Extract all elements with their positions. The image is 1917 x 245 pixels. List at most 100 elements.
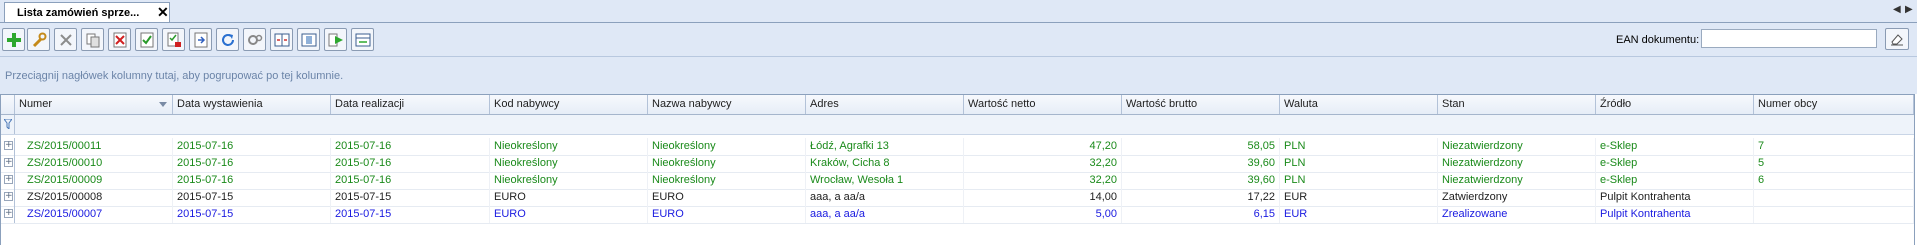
cell-netto[interactable]: 5,00 <box>964 206 1122 223</box>
expand-row-icon[interactable]: + <box>4 209 13 218</box>
cell-stan[interactable]: Zatwierdzony <box>1438 189 1596 206</box>
tab-scroll-right-icon[interactable]: ▶ <box>1905 4 1913 15</box>
cell-numer[interactable]: + ZS/2015/00008 <box>4 189 173 206</box>
cell-data-real[interactable]: 2015-07-16 <box>331 172 490 189</box>
tab-order-list[interactable]: Lista zamówień sprze... ✕ <box>4 2 170 22</box>
tools-button[interactable] <box>243 28 266 51</box>
column-header-zrodlo[interactable]: Źródło <box>1596 95 1754 114</box>
cell-netto[interactable]: 32,20 <box>964 155 1122 172</box>
refresh-button[interactable] <box>216 28 239 51</box>
cell-zrodlo[interactable]: Pulpit Kontrahenta <box>1596 206 1754 223</box>
cell-brutto[interactable]: 58,05 <box>1122 138 1280 155</box>
layout-button[interactable] <box>351 28 374 51</box>
cell-numer-obcy[interactable]: 5 <box>1754 155 1914 172</box>
cell-nazwa[interactable]: Nieokreślony <box>648 172 806 189</box>
cell-stan[interactable]: Niezatwierdzony <box>1438 138 1596 155</box>
cell-adres[interactable]: Wrocław, Wesoła 1 <box>806 172 964 189</box>
ean-clear-button[interactable] <box>1885 28 1909 50</box>
cell-nazwa[interactable]: EURO <box>648 189 806 206</box>
cell-waluta[interactable]: PLN <box>1280 172 1438 189</box>
cell-nazwa[interactable]: Nieokreślony <box>648 138 806 155</box>
column-header-nazwa-nabywcy[interactable]: Nazwa nabywcy <box>648 95 806 114</box>
column-header-numer-obcy[interactable]: Numer obcy <box>1754 95 1914 114</box>
expand-row-icon[interactable]: + <box>4 192 13 201</box>
table-row[interactable]: + ZS/2015/00007 2015-07-15 2015-07-15 EURO EU… <box>1 206 1914 224</box>
tab-scroll-left-icon[interactable]: ◀ <box>1893 4 1901 15</box>
filter-row[interactable] <box>1 115 1914 135</box>
cell-numer[interactable]: + ZS/2015/00010 <box>4 155 173 172</box>
cell-zrodlo[interactable]: e-Sklep <box>1596 172 1754 189</box>
cell-stan[interactable]: Niezatwierdzony <box>1438 172 1596 189</box>
realize-document-button[interactable] <box>162 28 185 51</box>
cell-brutto[interactable]: 17,22 <box>1122 189 1280 206</box>
cell-data-wyst[interactable]: 2015-07-15 <box>173 189 331 206</box>
cell-kod[interactable]: Nieokreślony <box>490 172 648 189</box>
cell-waluta[interactable]: EUR <box>1280 189 1438 206</box>
expand-row-icon[interactable]: + <box>4 175 13 184</box>
table-row[interactable]: + ZS/2015/00008 2015-07-15 2015-07-15 EURO EU… <box>1 189 1914 207</box>
cell-numer[interactable]: + ZS/2015/00007 <box>4 206 173 223</box>
column-header-data-realizacji[interactable]: Data realizacji <box>331 95 490 114</box>
column-header-stan[interactable]: Stan <box>1438 95 1596 114</box>
group-by-panel[interactable]: Przeciągnij nagłówek kolumny tutaj, aby … <box>0 57 1917 94</box>
cell-zrodlo[interactable]: e-Sklep <box>1596 155 1754 172</box>
cell-brutto[interactable]: 39,60 <box>1122 172 1280 189</box>
column-header-adres[interactable]: Adres <box>806 95 964 114</box>
cell-numer-obcy[interactable] <box>1754 206 1914 223</box>
cell-data-wyst[interactable]: 2015-07-16 <box>173 138 331 155</box>
cell-adres[interactable]: aaa, a aa/a <box>806 206 964 223</box>
cell-adres[interactable]: Kraków, Cicha 8 <box>806 155 964 172</box>
cell-waluta[interactable]: PLN <box>1280 138 1438 155</box>
cell-numer-obcy[interactable]: 6 <box>1754 172 1914 189</box>
cell-data-real[interactable]: 2015-07-16 <box>331 155 490 172</box>
cell-zrodlo[interactable]: Pulpit Kontrahenta <box>1596 189 1754 206</box>
cell-brutto[interactable]: 39,60 <box>1122 155 1280 172</box>
cell-kod[interactable]: Nieokreślony <box>490 155 648 172</box>
cell-data-wyst[interactable]: 2015-07-16 <box>173 155 331 172</box>
cell-kod[interactable]: EURO <box>490 189 648 206</box>
column-header-waluta[interactable]: Waluta <box>1280 95 1438 114</box>
cell-kod[interactable]: EURO <box>490 206 648 223</box>
cell-stan[interactable]: Zrealizowane <box>1438 206 1596 223</box>
cell-kod[interactable]: Nieokreślony <box>490 138 648 155</box>
expand-row-icon[interactable]: + <box>4 141 13 150</box>
cell-numer[interactable]: + ZS/2015/00009 <box>4 172 173 189</box>
cell-waluta[interactable]: EUR <box>1280 206 1438 223</box>
cell-data-real[interactable]: 2015-07-15 <box>331 189 490 206</box>
cell-waluta[interactable]: PLN <box>1280 155 1438 172</box>
column-header-kod-nabywcy[interactable]: Kod nabywcy <box>490 95 648 114</box>
cell-nazwa[interactable]: Nieokreślony <box>648 155 806 172</box>
delete-button[interactable] <box>54 28 77 51</box>
cell-netto[interactable]: 32,20 <box>964 172 1122 189</box>
filter-icon[interactable] <box>4 119 12 129</box>
edit-button[interactable] <box>27 28 50 51</box>
cell-numer-obcy[interactable]: 7 <box>1754 138 1914 155</box>
approve-document-button[interactable] <box>135 28 158 51</box>
cell-numer[interactable]: + ZS/2015/00011 <box>4 138 173 155</box>
cell-netto[interactable]: 14,00 <box>964 189 1122 206</box>
cell-data-wyst[interactable]: 2015-07-16 <box>173 172 331 189</box>
cell-numer-obcy[interactable] <box>1754 189 1914 206</box>
cell-adres[interactable]: Łódź, Agrafki 13 <box>806 138 964 155</box>
column-header-data-wystawienia[interactable]: Data wystawienia <box>173 95 331 114</box>
cell-nazwa[interactable]: EURO <box>648 206 806 223</box>
copy-button[interactable] <box>81 28 104 51</box>
cell-netto[interactable]: 47,20 <box>964 138 1122 155</box>
split-view-button[interactable] <box>270 28 293 51</box>
columns-button[interactable] <box>297 28 320 51</box>
table-row[interactable]: + ZS/2015/00011 2015-07-16 2015-07-16 Nieokr… <box>1 138 1914 156</box>
column-header-wartosc-netto[interactable]: Wartość netto <box>964 95 1122 114</box>
table-row[interactable]: + ZS/2015/00010 2015-07-16 2015-07-16 Nieokr… <box>1 155 1914 173</box>
ean-input[interactable] <box>1701 29 1877 48</box>
cell-data-real[interactable]: 2015-07-16 <box>331 138 490 155</box>
cell-data-real[interactable]: 2015-07-15 <box>331 206 490 223</box>
close-icon[interactable]: ✕ <box>157 4 169 20</box>
cell-brutto[interactable]: 6,15 <box>1122 206 1280 223</box>
cell-data-wyst[interactable]: 2015-07-15 <box>173 206 331 223</box>
column-header-numer[interactable]: Numer <box>15 95 173 114</box>
add-button[interactable] <box>2 28 25 51</box>
cancel-document-button[interactable] <box>108 28 131 51</box>
cell-stan[interactable]: Niezatwierdzony <box>1438 155 1596 172</box>
run-button[interactable] <box>324 28 347 51</box>
table-row[interactable]: + ZS/2015/00009 2015-07-16 2015-07-16 Nieokr… <box>1 172 1914 190</box>
